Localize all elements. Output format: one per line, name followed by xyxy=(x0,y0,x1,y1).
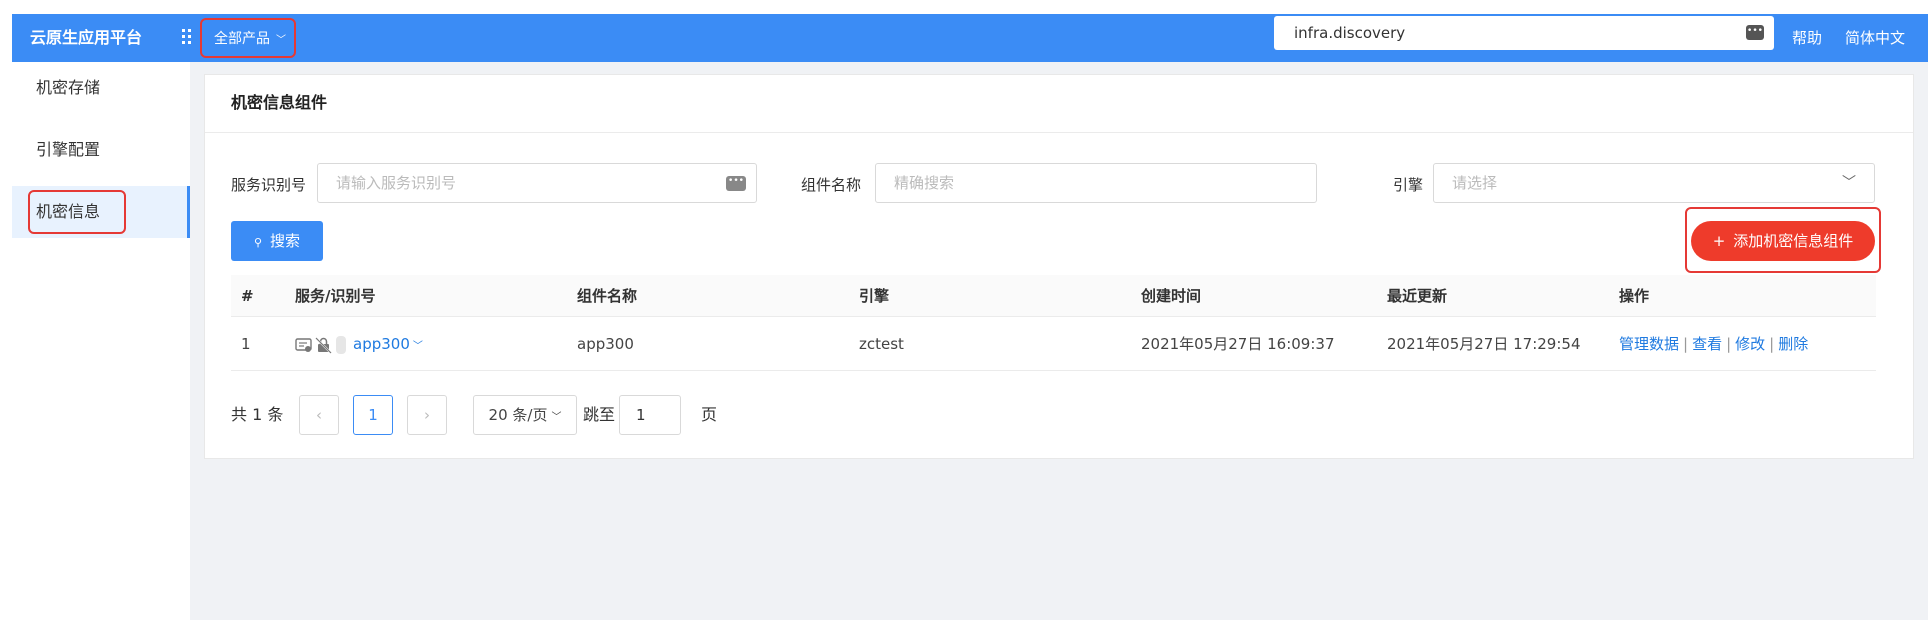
column-header: 组件名称 xyxy=(577,287,638,305)
pagination-total: 共 1 条 xyxy=(231,405,284,424)
divider: | xyxy=(1726,335,1732,353)
brand-title: 云原生应用平台 xyxy=(30,28,143,47)
add-secret-component-button[interactable]: + 添加机密信息组件 xyxy=(1691,221,1875,261)
current-page-button[interactable]: 1 xyxy=(353,395,393,435)
component-name-placeholder: 精确搜索 xyxy=(894,174,955,192)
engine-placeholder: 请选择 xyxy=(1452,174,1498,192)
row-index: 1 xyxy=(241,335,251,353)
edit-link[interactable]: 修改 xyxy=(1735,335,1765,353)
add-button-label: 添加机密信息组件 xyxy=(1733,232,1854,250)
plus-icon: + xyxy=(1712,232,1726,250)
service-id-link[interactable]: app300 ﹀ xyxy=(353,317,423,374)
column-header: 创建时间 xyxy=(1141,287,1202,305)
highlight-box: + 添加机密信息组件 xyxy=(1685,207,1881,273)
language-switch[interactable]: 简体中文 xyxy=(1845,14,1905,62)
chevron-down-icon: ﹀ xyxy=(551,412,562,423)
component-name-input[interactable]: 精确搜索 xyxy=(875,163,1317,203)
next-page-button[interactable]: › xyxy=(407,395,447,435)
column-header: # xyxy=(241,287,254,305)
row-actions: 管理数据 | 查看 | 修改 | 删除 xyxy=(1619,317,1808,371)
keyboard-icon: ••• xyxy=(726,176,746,191)
search-button-label: 搜索 xyxy=(270,232,301,250)
chevron-down-icon: ﹀ xyxy=(412,341,423,352)
lock-disabled-icon xyxy=(315,337,332,354)
table-header: # 服务/识别号 组件名称 引擎 创建时间 最近更新 操作 xyxy=(231,275,1876,317)
service-id-placeholder: 请输入服务识别号 xyxy=(336,174,457,192)
main-card: 机密信息组件 服务识别号 请输入服务识别号 ••• 组件名称 精确搜索 引擎 请… xyxy=(204,74,1914,459)
keyboard-icon: ••• xyxy=(1746,25,1764,40)
service-id-value: app300 xyxy=(353,335,410,353)
page-size-select[interactable]: 20 条/页 ﹀ xyxy=(473,395,577,435)
sidebar-item-engine-config[interactable]: 引擎配置 xyxy=(12,124,190,176)
tag-icon xyxy=(336,336,346,354)
all-products-label: 全部产品 xyxy=(214,31,270,47)
engine-label: 引擎 xyxy=(1393,176,1424,194)
certificate-icon xyxy=(295,338,312,352)
column-header: 最近更新 xyxy=(1387,287,1448,305)
apps-grid-icon[interactable] xyxy=(182,29,194,45)
manage-data-link[interactable]: 管理数据 xyxy=(1619,335,1679,353)
delete-link[interactable]: 删除 xyxy=(1778,335,1808,353)
sidebar-item-secret-info[interactable]: 机密信息 xyxy=(12,186,190,238)
help-link[interactable]: 帮助 xyxy=(1792,14,1822,62)
page-suffix-label: 页 xyxy=(701,405,718,424)
sidebar-item-label: 机密存储 xyxy=(36,78,101,97)
divider: | xyxy=(1769,335,1775,353)
view-link[interactable]: 查看 xyxy=(1692,335,1722,353)
all-products-dropdown[interactable]: 全部产品 ﹀ xyxy=(200,18,296,58)
column-header: 引擎 xyxy=(859,287,890,305)
component-name-cell: app300 xyxy=(577,335,634,353)
sidebar-item-label: 机密信息 xyxy=(36,202,101,221)
chevron-down-icon: ﹀ xyxy=(276,35,286,46)
top-bar: 云原生应用平台 全部产品 ﹀ infra.discovery ••• 帮助 简体中… xyxy=(12,14,1928,62)
created-time-cell: 2021年05月27日 16:09:37 xyxy=(1141,335,1335,353)
jump-label: 跳至 xyxy=(583,405,616,424)
column-header: 服务/识别号 xyxy=(295,287,376,305)
app-frame: 云原生应用平台 全部产品 ﹀ infra.discovery ••• 帮助 简体中… xyxy=(12,14,1928,620)
sidebar-item-secret-storage[interactable]: 机密存储 xyxy=(12,62,190,114)
column-header: 操作 xyxy=(1619,287,1650,305)
search-icon: ⚲ xyxy=(253,236,263,249)
prev-page-button[interactable]: ‹ xyxy=(299,395,339,435)
service-id-input[interactable]: 请输入服务识别号 ••• xyxy=(317,163,757,203)
divider: | xyxy=(1683,335,1689,353)
page-title: 机密信息组件 xyxy=(231,93,328,112)
sidebar: 机密存储 引擎配置 机密信息 xyxy=(12,62,190,620)
divider xyxy=(205,132,1913,133)
global-search-value: infra.discovery xyxy=(1294,24,1406,42)
service-id-label: 服务识别号 xyxy=(231,176,307,194)
search-button[interactable]: ⚲ 搜索 xyxy=(231,221,323,261)
engine-select[interactable]: 请选择 ﹀ xyxy=(1433,163,1875,203)
global-search-input[interactable]: infra.discovery ••• xyxy=(1274,16,1774,50)
sidebar-item-label: 引擎配置 xyxy=(36,140,101,159)
updated-time-cell: 2021年05月27日 17:29:54 xyxy=(1387,335,1581,353)
jump-page-input[interactable]: 1 xyxy=(619,395,681,435)
component-name-label: 组件名称 xyxy=(801,176,862,194)
table-row: 1 app300 ﹀ app300 zctest 2021年05月27日 16:… xyxy=(231,317,1876,371)
engine-cell: zctest xyxy=(859,335,904,353)
page-size-value: 20 条/页 xyxy=(488,406,548,424)
chevron-down-icon: ﹀ xyxy=(1842,175,1856,191)
